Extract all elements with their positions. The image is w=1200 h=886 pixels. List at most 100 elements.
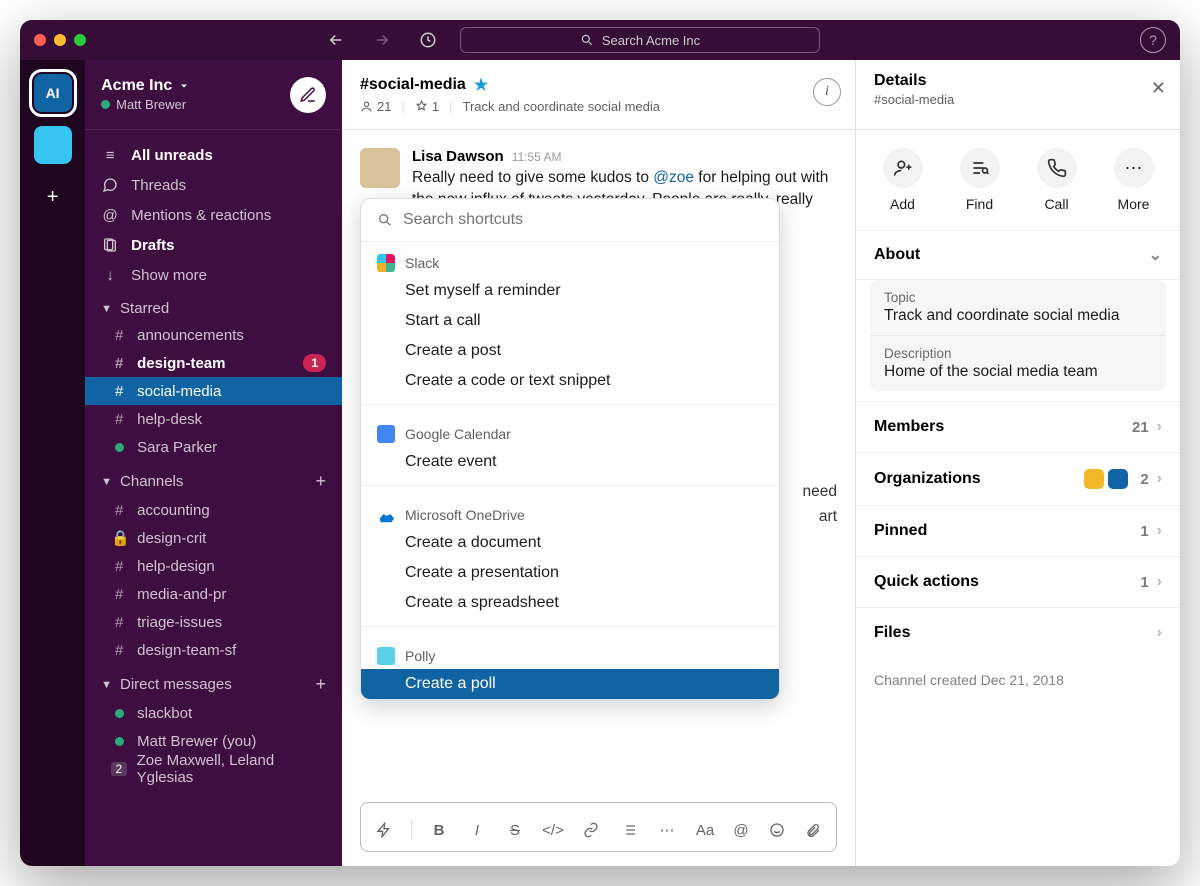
quick-actions-row[interactable]: Quick actions1› [856, 556, 1180, 607]
shortcut-item[interactable]: Create a presentation [361, 558, 779, 588]
topic-block[interactable]: Topic Track and coordinate social media [870, 280, 1166, 335]
list-icon[interactable] [618, 819, 640, 841]
count: 1 [1140, 574, 1148, 591]
composer-toolbar: B I S </> ⋯ Aa @ [373, 813, 824, 847]
nav-all-unreads[interactable]: ≡All unreads [85, 140, 342, 170]
section-channels-header[interactable]: ▼Channels+ [85, 461, 342, 496]
help-button[interactable]: ? [1140, 27, 1166, 53]
sidebar-item[interactable]: #announcements [85, 321, 342, 349]
members-count[interactable]: 21 [360, 99, 391, 114]
window-close-button[interactable] [34, 34, 46, 46]
add-dm-button[interactable]: + [315, 674, 326, 695]
nav-show-more[interactable]: ↓Show more [85, 260, 342, 290]
section-starred-header[interactable]: ▼Starred [85, 290, 342, 321]
sidebar-item[interactable]: Matt Brewer (you) [85, 727, 342, 755]
sidebar-item[interactable]: #accounting [85, 496, 342, 524]
message-author[interactable]: Lisa Dawson [412, 148, 504, 165]
more-icon: ⋯ [1114, 148, 1154, 188]
shortcuts-search-input[interactable] [403, 211, 763, 229]
history-back-button[interactable] [322, 26, 350, 54]
avatar[interactable] [360, 148, 400, 188]
members-row[interactable]: Members21› [856, 401, 1180, 452]
shortcut-item[interactable]: Create a post [361, 336, 779, 366]
add-workspace-button[interactable]: + [34, 178, 72, 216]
sidebar-item[interactable]: #social-media [85, 377, 342, 405]
sidebar-item[interactable]: Sara Parker [85, 433, 342, 461]
details-scroll[interactable]: About⌄ Topic Track and coordinate social… [856, 231, 1180, 866]
italic-icon[interactable]: I [466, 819, 488, 841]
channel-name[interactable]: #social-media [360, 76, 466, 94]
hash-icon: # [111, 327, 127, 344]
star-icon[interactable]: ★ [474, 75, 488, 95]
files-row[interactable]: Files› [856, 607, 1180, 658]
shortcuts-icon[interactable] [373, 819, 395, 841]
sidebar-item[interactable]: 🔒design-crit [85, 524, 342, 552]
sidebar-item-label: slackbot [137, 705, 192, 722]
add-channel-button[interactable]: + [315, 471, 326, 492]
window-minimize-button[interactable] [54, 34, 66, 46]
user-mention[interactable]: @zoe [653, 169, 694, 186]
section-dms-header[interactable]: ▼Direct messages+ [85, 664, 342, 699]
shortcuts-search[interactable] [361, 199, 779, 242]
workspace-switcher[interactable]: Acme Inc [101, 77, 190, 95]
pinned-row[interactable]: Pinned1› [856, 505, 1180, 556]
window-maximize-button[interactable] [74, 34, 86, 46]
more-formatting-icon[interactable]: ⋯ [656, 819, 678, 841]
sidebar-item[interactable]: #design-team1 [85, 349, 342, 377]
sidebar-item[interactable]: #triage-issues [85, 608, 342, 636]
sidebar-item[interactable]: #media-and-pr [85, 580, 342, 608]
group-label: Google Calendar [405, 426, 511, 442]
history-forward-button[interactable] [368, 26, 396, 54]
shortcut-item[interactable]: Create event [361, 447, 779, 477]
sidebar-item[interactable]: #help-design [85, 552, 342, 580]
composer-area: B I S </> ⋯ Aa @ [342, 786, 855, 866]
current-user-status[interactable]: Matt Brewer [101, 97, 190, 112]
channel-topic[interactable]: Track and coordinate social media [462, 99, 660, 114]
message-composer[interactable]: B I S </> ⋯ Aa @ [360, 802, 837, 852]
sidebar-item[interactable]: #design-team-sf [85, 636, 342, 664]
workspace-tile-secondary[interactable] [34, 126, 72, 164]
link-icon[interactable] [580, 819, 602, 841]
section-label: Channels [120, 473, 183, 490]
mention-icon[interactable]: @ [730, 819, 752, 841]
attach-icon[interactable] [802, 819, 824, 841]
shortcut-item[interactable]: Set myself a reminder [361, 276, 779, 306]
quick-more-button[interactable]: ⋯More [1114, 148, 1154, 212]
shortcut-item[interactable]: Create a code or text snippet [361, 366, 779, 396]
workspace-tile-active[interactable]: AI [34, 74, 72, 112]
nav-threads[interactable]: Threads [85, 170, 342, 200]
compose-button[interactable] [290, 77, 326, 113]
code-icon[interactable]: </> [542, 819, 564, 841]
sidebar-item[interactable]: slackbot [85, 699, 342, 727]
list-icon: ≡ [101, 147, 119, 164]
bold-icon[interactable]: B [428, 819, 450, 841]
about-section-header[interactable]: About⌄ [856, 231, 1180, 280]
phone-icon [1037, 148, 1077, 188]
sidebar-item-label: Zoe Maxwell, Leland Yglesias [137, 752, 326, 786]
sidebar-item-label: Sara Parker [137, 439, 217, 456]
description-block[interactable]: Description Home of the social media tea… [870, 335, 1166, 391]
global-search[interactable]: Search Acme Inc [460, 27, 820, 53]
close-details-button[interactable]: ✕ [1151, 78, 1166, 99]
sidebar-scroll[interactable]: ≡All unreads Threads @Mentions & reactio… [85, 130, 342, 866]
shortcut-group-header: Google Calendar [361, 413, 779, 447]
nav-mentions[interactable]: @Mentions & reactions [85, 200, 342, 230]
organizations-row[interactable]: Organizations2› [856, 452, 1180, 505]
emoji-icon[interactable] [766, 819, 788, 841]
pins-count[interactable]: 1 [415, 99, 439, 114]
sidebar-item[interactable]: 2Zoe Maxwell, Leland Yglesias [85, 755, 342, 783]
history-button[interactable] [414, 26, 442, 54]
shortcut-item[interactable]: Start a call [361, 306, 779, 336]
quick-call-button[interactable]: Call [1037, 148, 1077, 212]
strike-icon[interactable]: S [504, 819, 526, 841]
shortcut-item[interactable]: Create a spreadsheet [361, 588, 779, 618]
sidebar-item[interactable]: #help-desk [85, 405, 342, 433]
quick-find-button[interactable]: Find [960, 148, 1000, 212]
text-style-icon[interactable]: Aa [694, 819, 716, 841]
message-timestamp[interactable]: 11:55 AM [512, 150, 562, 164]
channel-details-button[interactable]: i [813, 78, 841, 106]
nav-drafts[interactable]: Drafts [85, 230, 342, 260]
shortcut-item[interactable]: Create a document [361, 528, 779, 558]
shortcut-item[interactable]: Create a poll [361, 669, 779, 699]
quick-add-button[interactable]: Add [883, 148, 923, 212]
